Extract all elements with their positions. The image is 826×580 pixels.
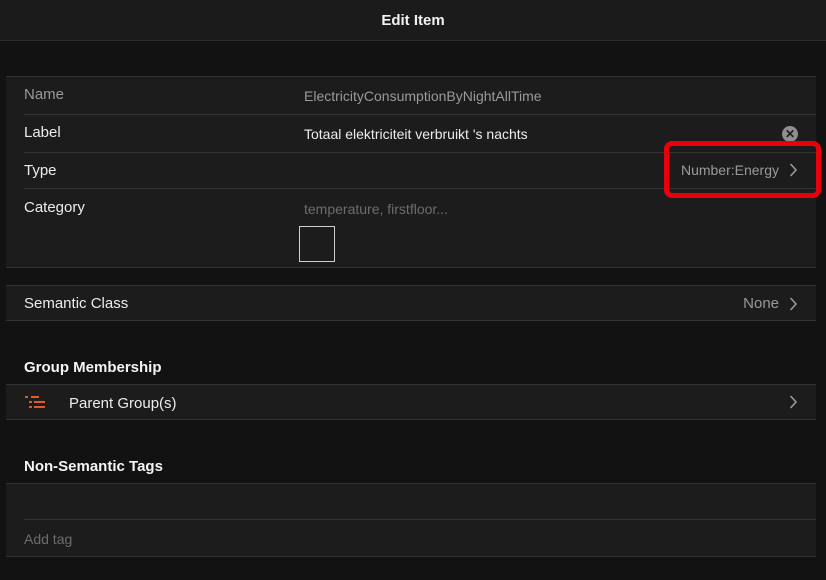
semantic-class-value: None — [743, 295, 779, 312]
page-title: Edit Item — [381, 11, 445, 29]
label-input[interactable]: Totaal elektriciteit verbruikt 's nachts — [304, 126, 528, 142]
group-membership-block[interactable]: Parent Group(s) — [6, 384, 816, 420]
highlight-annotation — [664, 141, 821, 198]
tags-list — [6, 484, 816, 519]
add-tag-input[interactable]: Add tag — [24, 531, 72, 547]
label-label: Label — [24, 124, 61, 141]
navbar: Edit Item — [0, 0, 826, 41]
name-value: ElectricityConsumptionByNightAllTime — [304, 88, 542, 104]
parent-groups-row[interactable]: Parent Group(s) — [6, 385, 816, 421]
group-membership-title: Group Membership — [24, 359, 162, 376]
chevron-right-icon — [790, 395, 798, 409]
type-label: Type — [24, 162, 57, 179]
clear-icon[interactable]: ✕ — [782, 126, 798, 142]
category-icon-preview[interactable] — [299, 226, 335, 262]
add-tag-row[interactable]: Add tag — [6, 520, 816, 558]
chevron-right-icon — [790, 297, 798, 310]
parent-groups-link[interactable] — [789, 395, 798, 409]
name-label: Name — [24, 86, 65, 103]
category-row: Category temperature, firstfloor... — [6, 189, 816, 269]
semantic-class-block[interactable]: Semantic Class None — [6, 285, 816, 321]
semantic-class-row[interactable]: Semantic Class None — [6, 286, 816, 322]
non-semantic-tags-title: Non-Semantic Tags — [24, 458, 163, 475]
category-input[interactable]: temperature, firstfloor... — [304, 201, 448, 217]
category-label: Category — [24, 199, 85, 216]
list-icon — [25, 396, 45, 408]
semantic-class-link[interactable]: None — [743, 295, 798, 312]
semantic-class-label: Semantic Class — [24, 295, 129, 312]
parent-groups-label: Parent Group(s) — [69, 395, 177, 412]
tags-block: Add tag — [6, 483, 816, 557]
name-row: Name ElectricityConsumptionByNightAllTim… — [6, 77, 816, 114]
